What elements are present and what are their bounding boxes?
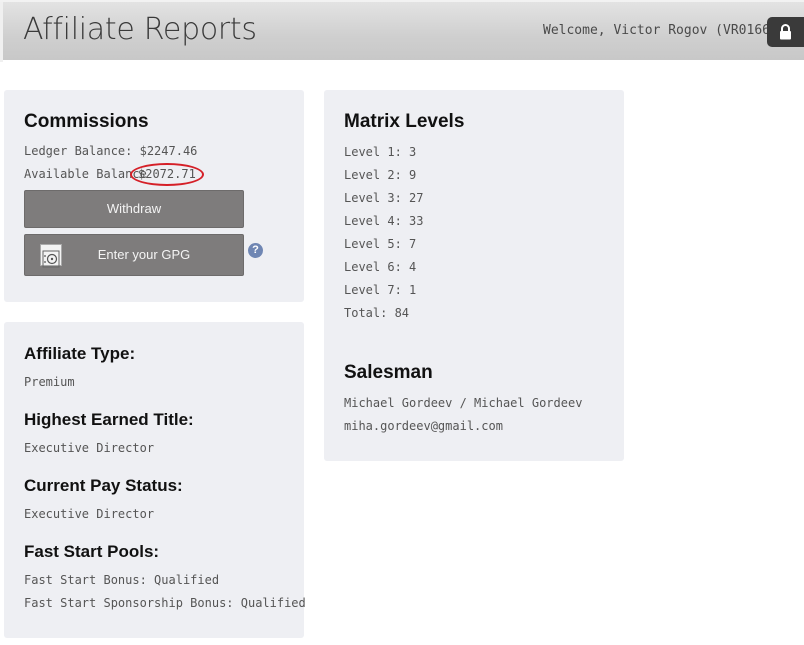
matrix-level-1: Level 1: 3 (344, 145, 417, 159)
affiliate-info-panel: Affiliate Type: Premium Highest Earned T… (4, 322, 306, 638)
ledger-balance: Ledger Balance: $2247.46 (24, 144, 198, 158)
highest-title-heading: Highest Earned Title: (24, 410, 194, 429)
fast-start-sponsorship-bonus: Fast Start Sponsorship Bonus: Qualified (24, 596, 306, 610)
salesman-heading: Salesman (344, 362, 433, 383)
matrix-panel: Matrix Levels Level 1: 3 Level 2: 9 Leve… (324, 90, 624, 461)
matrix-level-2: Level 2: 9 (344, 168, 417, 182)
header-edge (0, 2, 3, 62)
affiliate-type-value: Premium (24, 375, 75, 389)
pay-status-heading: Current Pay Status: (24, 476, 183, 495)
available-balance-label: Available Balance (24, 167, 147, 181)
welcome-text: Welcome, Victor Rogov (VR0166) (543, 23, 778, 38)
pay-status-value: Executive Director (24, 507, 155, 521)
enter-gpg-button[interactable]: Enter your GPG (24, 234, 244, 276)
fast-start-bonus: Fast Start Bonus: Qualified (24, 573, 220, 587)
commissions-heading: Commissions (24, 111, 149, 132)
matrix-level-7: Level 7: 1 (344, 283, 417, 297)
fast-start-pools-heading: Fast Start Pools: (24, 542, 160, 561)
safe-icon (40, 244, 62, 268)
logout-button[interactable] (767, 17, 804, 47)
enter-gpg-label: Enter your GPG (97, 247, 191, 262)
affiliate-type-heading: Affiliate Type: (24, 344, 136, 363)
page-title: Affiliate Reports (23, 12, 257, 47)
matrix-level-5: Level 5: 7 (344, 237, 417, 251)
highest-title-value: Executive Director (24, 441, 155, 455)
matrix-levels-heading: Matrix Levels (344, 111, 465, 132)
matrix-total: Total: 84 (344, 306, 410, 320)
matrix-level-6: Level 6: 4 (344, 260, 417, 274)
matrix-level-3: Level 3: 27 (344, 191, 424, 205)
withdraw-button[interactable]: Withdraw (24, 190, 244, 228)
lock-icon (780, 24, 791, 40)
available-balance-value: $2072.71 (130, 163, 204, 186)
help-icon[interactable]: ? (248, 243, 263, 258)
commissions-panel: Commissions Ledger Balance: $2247.46 Ava… (4, 90, 304, 302)
app-header: Affiliate Reports Welcome, Victor Rogov … (0, 0, 804, 62)
salesman-email[interactable]: miha.gordeev@gmail.com (344, 419, 503, 433)
salesman-name: Michael Gordeev / Michael Gordeev (344, 396, 583, 410)
matrix-level-4: Level 4: 33 (344, 214, 424, 228)
